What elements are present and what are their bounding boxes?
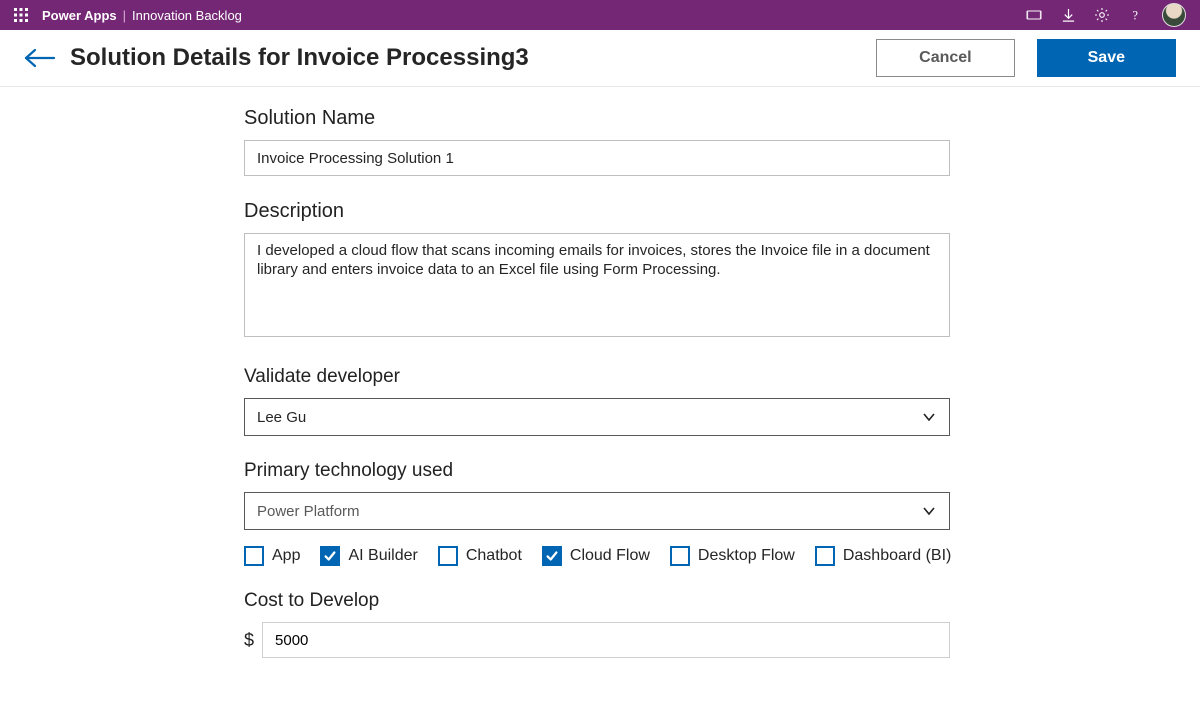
description-group: Description [244,200,1200,342]
back-button[interactable] [24,42,56,74]
tech-checkbox-item[interactable]: App [244,546,300,566]
tech-checkbox-item[interactable]: Chatbot [438,546,522,566]
solution-name-group: Solution Name [244,107,1200,176]
solution-name-label: Solution Name [244,107,1200,130]
svg-text:?: ? [1133,8,1138,22]
save-button[interactable]: Save [1037,39,1176,77]
checkbox-label: App [272,547,300,565]
primary-tech-group: Primary technology used Power Platform A… [244,460,1200,566]
chevron-down-icon [921,503,937,519]
tech-checkbox-row: App AI Builder Chatbot Cloud Flow Desktop Fl… [244,546,1200,566]
gear-icon[interactable] [1094,7,1110,23]
fit-screen-icon[interactable] [1026,7,1042,23]
tech-checkbox-item[interactable]: Cloud Flow [542,546,650,566]
checkbox-label: Dashboard (BI) [843,547,952,565]
tech-checkbox-item[interactable]: AI Builder [320,546,417,566]
description-input[interactable] [244,233,950,337]
checkbox-icon [670,546,690,566]
avatar[interactable] [1162,3,1186,27]
currency-symbol: $ [244,630,254,651]
app-name-label: Innovation Backlog [132,8,242,23]
developer-value: Lee Gu [257,409,306,426]
checkbox-label: Desktop Flow [698,547,795,565]
form-area: Solution Name Description Validate devel… [0,87,1200,658]
primary-tech-label: Primary technology used [244,460,1200,482]
cost-input[interactable] [262,622,950,658]
tech-checkbox-item[interactable]: Desktop Flow [670,546,795,566]
top-icon-group: ? [1026,3,1186,27]
checkbox-icon [320,546,340,566]
cancel-button[interactable]: Cancel [876,39,1014,77]
page-header: Solution Details for Invoice Processing3… [0,30,1200,87]
download-icon[interactable] [1060,7,1076,23]
checkbox-icon [438,546,458,566]
developer-label: Validate developer [244,366,1200,388]
solution-name-input[interactable] [244,140,950,176]
developer-group: Validate developer Lee Gu [244,366,1200,436]
page-title: Solution Details for Invoice Processing3 [70,44,529,72]
help-icon[interactable]: ? [1128,7,1144,23]
brand-label: Power Apps [42,8,117,23]
description-label: Description [244,200,1200,223]
app-launcher-icon[interactable] [14,8,28,22]
pipe-separator: | [123,8,126,23]
primary-tech-select[interactable]: Power Platform [244,492,950,530]
cost-label: Cost to Develop [244,590,1200,612]
checkbox-label: AI Builder [348,547,417,565]
checkbox-icon [815,546,835,566]
checkbox-icon [244,546,264,566]
primary-tech-value: Power Platform [257,503,360,520]
checkbox-icon [542,546,562,566]
checkbox-label: Cloud Flow [570,547,650,565]
chevron-down-icon [921,409,937,425]
checkbox-label: Chatbot [466,547,522,565]
developer-select[interactable]: Lee Gu [244,398,950,436]
app-top-bar: Power Apps | Innovation Backlog ? [0,0,1200,30]
cost-group: Cost to Develop $ [244,590,1200,658]
tech-checkbox-item[interactable]: Dashboard (BI) [815,546,952,566]
